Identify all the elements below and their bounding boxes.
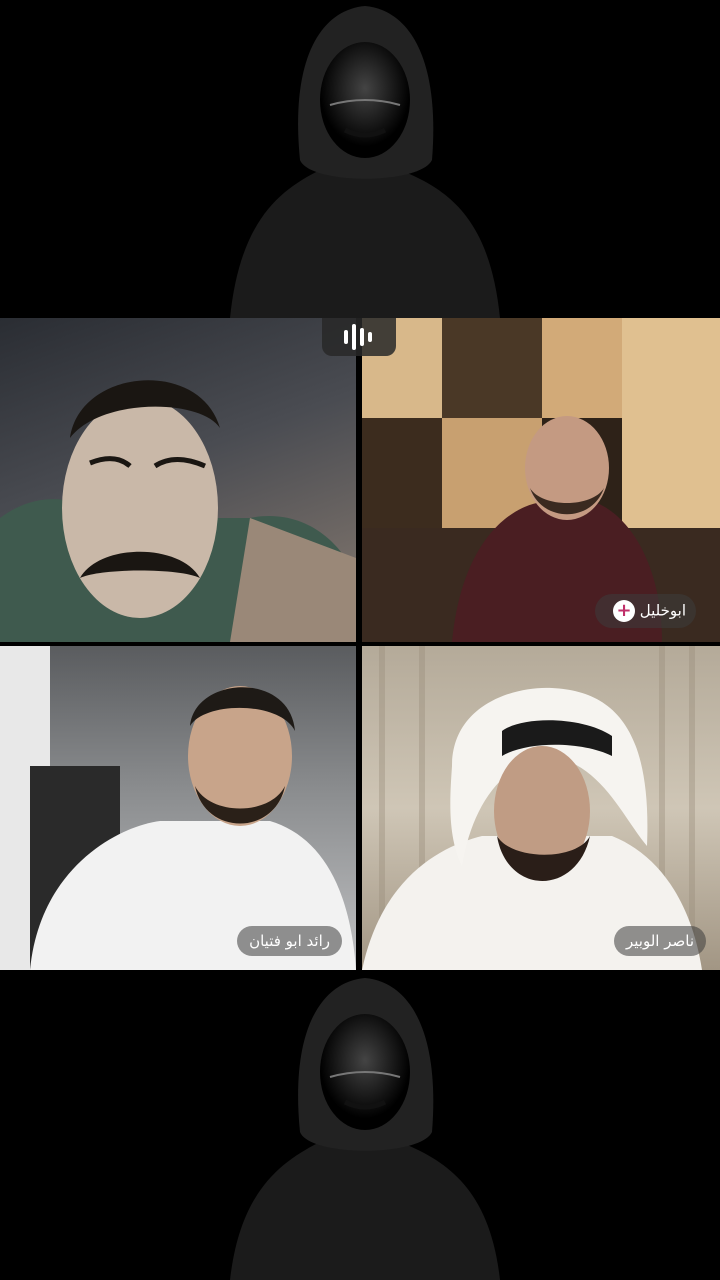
- participant-name-badge: ابوخليل +: [595, 594, 696, 628]
- participant-name-badge: ناصر الوبير: [614, 926, 706, 956]
- bottom-banner: [0, 972, 720, 1280]
- participant-video: [362, 646, 702, 970]
- participant-tile-1[interactable]: [0, 318, 356, 642]
- hooded-figure-image: [0, 0, 720, 318]
- participant-name: ناصر الوبير: [626, 932, 694, 950]
- top-banner: [0, 0, 720, 318]
- participant-name-badge: رائد ابو فتيان: [237, 926, 342, 956]
- hooded-figure-image: [0, 972, 720, 1280]
- participant-name: رائد ابو فتيان: [249, 932, 330, 950]
- participant-tile-4[interactable]: ناصر الوبير: [362, 646, 720, 970]
- participant-tile-2[interactable]: ابوخليل +: [362, 318, 720, 642]
- audio-indicator[interactable]: [322, 318, 396, 356]
- participant-video: [0, 380, 356, 642]
- participant-name: ابوخليل: [639, 601, 686, 620]
- plus-icon[interactable]: +: [613, 600, 635, 622]
- video-call-grid: ابوخليل + رائد ابو فتيان ناصر الوبير: [0, 318, 720, 972]
- audio-bars-icon: [344, 324, 372, 350]
- participant-tile-3[interactable]: رائد ابو فتيان: [0, 646, 356, 970]
- participant-video: [0, 646, 356, 970]
